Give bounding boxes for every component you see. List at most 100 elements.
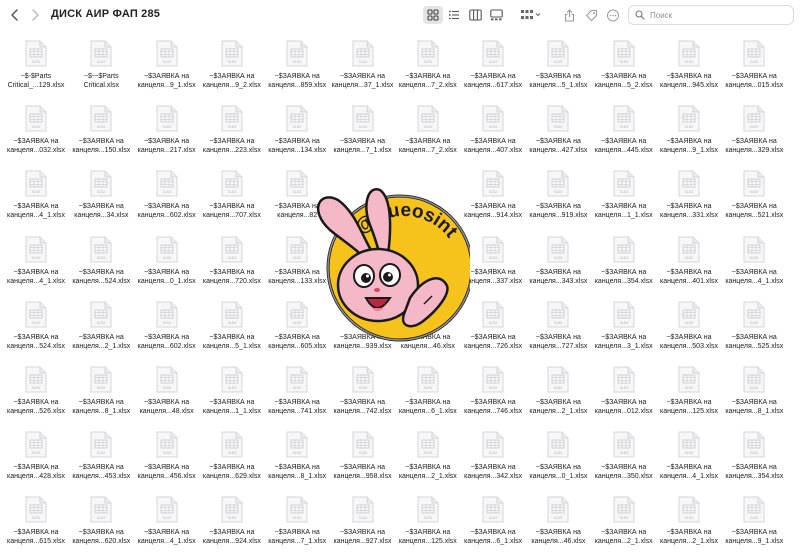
file-item[interactable]: XLSX ~$ЗАЯВКА на канцеля...48.xlsx xyxy=(134,362,200,422)
file-item[interactable]: XLSX ~$ЗАЯВКА на канцеля...524.xlsx xyxy=(68,232,134,292)
file-item[interactable]: XLSX ~$ЗАЯВКА на канцеля...2_1.xlsx xyxy=(68,297,134,357)
file-item[interactable]: XLSX ~$ЗАЯВКА на канцеля...032.xlsx xyxy=(3,101,69,161)
file-item[interactable]: XLSX ~$ЗАЯВКА на канцеля...012.xlsx xyxy=(591,362,657,422)
file-item[interactable]: XLSX ~$ЗАЯВКА на канцеля...746.xlsx xyxy=(460,362,526,422)
file-item[interactable]: XLSX ~$ЗАЯВКА на канцеля...7_2.xlsx xyxy=(395,101,461,161)
file-item[interactable]: XLSX ~$ЗАЯВКА на канцеля...602.xlsx xyxy=(134,166,200,226)
file-item[interactable]: XLSX ~$ЗАЯВКА на канцеля...5_1.xlsx xyxy=(199,297,265,357)
file-item[interactable]: XLSX ~$ЗАЯВКА на канцеля...331.xlsx xyxy=(656,166,722,226)
file-item[interactable]: XLSX ~$ЗАЯВКА на канцеля...9_1.xlsx xyxy=(134,36,200,96)
file-item[interactable]: XLSX ~$ЗАЯВКА на канцеля...343.xlsx xyxy=(525,232,591,292)
file-item[interactable]: XLSX ~$ЗАЯВКА на канцеля...503.xlsx xyxy=(656,297,722,357)
file-item[interactable]: XLSX ~$ЗАЯВКА на канцеля...620.xlsx xyxy=(68,492,134,552)
xlsx-label: XLSX xyxy=(423,386,432,390)
file-item[interactable]: XLSX ~$ЗАЯВКА на канцеля...407.xlsx xyxy=(460,101,526,161)
file-item[interactable]: XLSX ~$ЗАЯВКА на канцеля...427.xlsx xyxy=(525,101,591,161)
file-item[interactable]: XLSX ~$ЗАЯВКА на канцеля...927.xlsx xyxy=(330,492,396,552)
file-item[interactable]: XLSX ~$ЗАЯВКА на канцеля...4_1.xlsx xyxy=(721,232,787,292)
file-item[interactable]: XLSX ~$ЗАЯВКА на канцеля...150.xlsx xyxy=(68,101,134,161)
file-item[interactable]: XLSX ~$ЗАЯВКА на канцеля...7_1.xlsx xyxy=(330,101,396,161)
file-item[interactable]: XLSX ~$ЗАЯВКА на канцеля...9_1.xlsx xyxy=(656,101,722,161)
file-item[interactable]: XLSX ~$ЗАЯВКА на канцеля...2_1.xlsx xyxy=(656,492,722,552)
file-item[interactable]: XLSX ~$ЗАЯВКА на канцеля...7_2.xlsx xyxy=(395,36,461,96)
file-item[interactable]: XLSX ~$ЗАЯВКА на канцеля...0_1.xlsx xyxy=(134,232,200,292)
file-item[interactable]: XLSX ~$ЗАЯВКА на канцеля...329.xlsx xyxy=(721,101,787,161)
file-item[interactable]: XLSX ~$ЗАЯВКА на канцеля...4_1.xlsx xyxy=(3,166,69,226)
more-button[interactable] xyxy=(602,6,624,24)
file-item[interactable]: XLSX ~$ЗАЯВКА на канцеля...707.xlsx xyxy=(199,166,265,226)
xlsx-file-icon: XLSX xyxy=(743,366,765,393)
file-item[interactable]: XLSX ~$ЗАЯВКА на канцеля...524.xlsx xyxy=(3,297,69,357)
file-item[interactable]: XLSX ~$-$Parts Critical_...129.xlsx xyxy=(3,36,69,96)
file-item[interactable]: XLSX ~$ЗАЯВКА наканцеля...46.xlsx xyxy=(525,492,591,552)
file-item[interactable]: XLSX ~$ЗАЯВКА на канцеля...453.xlsx xyxy=(68,427,134,487)
file-item[interactable]: XLSX ~$ЗАЯВКА на канцеля...2_1.xlsx xyxy=(395,427,461,487)
file-item[interactable]: XLSX ~$ЗАЯВКА на канцеля...34.xlsx xyxy=(68,166,134,226)
file-item[interactable]: XLSX ~$ЗАЯВКА на канцеля...8_1.xlsx xyxy=(68,362,134,422)
file-item[interactable]: XLSX ~$ЗАЯВКА на канцеля...015.xlsx xyxy=(721,36,787,96)
file-item[interactable]: XLSX ~$ЗАЯВКА на канцеля...629.xlsx xyxy=(199,427,265,487)
search-field[interactable] xyxy=(628,5,794,25)
file-item[interactable]: XLSX ~$ЗАЯВКА на канцеля...354.xlsx xyxy=(591,232,657,292)
file-item[interactable]: XLSX ~$ЗАЯВКА на канцеля...401.xlsx xyxy=(656,232,722,292)
file-item[interactable]: XLSX ~$ЗАЯВКА на канцеля...0_1.xlsx xyxy=(525,427,591,487)
file-item[interactable]: XLSX ~$ЗАЯВКА на канцеля...727.xlsx xyxy=(525,297,591,357)
file-item[interactable]: XLSX ~$ЗАЯВКА на канцеля...217.xlsx xyxy=(134,101,200,161)
file-item[interactable]: XLSX ~$ЗАЯВКА на канцеля...4_1.xlsx xyxy=(134,492,200,552)
file-item[interactable]: XLSX ~$ЗАЯВКА на канцеля...526.xlsx xyxy=(3,362,69,422)
file-item[interactable]: XLSX ~$ЗАЯВКА на канцеля...456.xlsx xyxy=(134,427,200,487)
gallery-view-button[interactable] xyxy=(486,6,506,24)
file-item[interactable]: XLSX ~$ЗАЯВКА на канцеля...521.xlsx xyxy=(721,166,787,226)
file-item[interactable]: XLSX ~$ЗАЯВКА на канцеля...125.xlsx xyxy=(656,362,722,422)
group-by-control[interactable] xyxy=(520,6,542,24)
file-item[interactable]: XLSX ~$ЗАЯВКА на канцеля...2_1.xlsx xyxy=(591,492,657,552)
forward-button[interactable] xyxy=(26,4,44,26)
file-item[interactable]: XLSX ~$ЗАЯВКА на канцеля...428.xlsx xyxy=(3,427,69,487)
file-item[interactable]: XLSX ~$ЗАЯВКА на канцеля...1_1.xlsx xyxy=(199,362,265,422)
file-item[interactable]: XLSX ~$ЗАЯВКА на канцеля...4_1.xlsx xyxy=(656,427,722,487)
file-item[interactable]: XLSX ~$ЗАЯВКА на канцеля...6_1.xlsx xyxy=(395,362,461,422)
file-item[interactable]: XLSX ~$ЗАЯВКА на канцеля...4_1.xlsx xyxy=(3,232,69,292)
file-item[interactable]: XLSX ~$ЗАЯВКА на канцеля...350.xlsx xyxy=(591,427,657,487)
file-item[interactable]: XLSX ~$ЗАЯВКА на канцеля...354.xlsx xyxy=(721,427,787,487)
file-item[interactable]: XLSX ~$ЗАЯВКА на канцеля...342.xlsx xyxy=(460,427,526,487)
file-item[interactable]: XLSX ~$ЗАЯВКА на канцеля...615.xlsx xyxy=(3,492,69,552)
file-item[interactable]: XLSX ~$ЗАЯВКА на канцеля...5_2.xlsx xyxy=(591,36,657,96)
file-item[interactable]: XLSX ~$ЗАЯВКА на канцеля...445.xlsx xyxy=(591,101,657,161)
file-item[interactable]: XLSX ~$ЗАЯВКА на канцеля...125.xlsx xyxy=(395,492,461,552)
back-button[interactable] xyxy=(6,4,24,26)
file-item[interactable]: XLSX ~$ЗАЯВКА на канцеля...1_1.xlsx xyxy=(591,166,657,226)
file-item[interactable]: XLSX ~$ЗАЯВКА на канцеля...958.xlsx xyxy=(330,427,396,487)
share-button[interactable] xyxy=(558,6,580,24)
file-item[interactable]: XLSX ~$ЗАЯВКА на канцеля...9_2.xlsx xyxy=(199,36,265,96)
list-view-button[interactable] xyxy=(444,6,464,24)
file-item[interactable]: XLSX ~$ЗАЯВКА на канцеля...6_1.xlsx xyxy=(460,492,526,552)
file-item[interactable]: XLSX ~$ЗАЯВКА на канцеля...9_1.xlsx xyxy=(721,492,787,552)
file-item[interactable]: XLSX ~$ЗАЯВКА на канцеля...8_1.xlsx xyxy=(264,427,330,487)
file-item[interactable]: XLSX ~$-~$Parts Critical.xlsx xyxy=(68,36,134,96)
file-item[interactable]: XLSX ~$ЗАЯВКА на канцеля...7_1.xlsx xyxy=(264,492,330,552)
window-title: ДИСК АИР ФАП 285 xyxy=(51,8,161,20)
file-item[interactable]: XLSX ~$ЗАЯВКА на канцеля...919.xlsx xyxy=(525,166,591,226)
file-item[interactable]: XLSX ~$ЗАЯВКА на канцеля...223.xlsx xyxy=(199,101,265,161)
file-item[interactable]: XLSX ~$ЗАЯВКА на канцеля...525.xlsx xyxy=(721,297,787,357)
file-item[interactable]: XLSX ~$ЗАЯВКА на канцеля...2_1.xlsx xyxy=(525,362,591,422)
column-view-button[interactable] xyxy=(465,6,485,24)
file-item[interactable]: XLSX ~$ЗАЯВКА на канцеля...602.xlsx xyxy=(134,297,200,357)
file-item[interactable]: XLSX ~$ЗАЯВКА на канцеля...720.xlsx xyxy=(199,232,265,292)
file-item[interactable]: XLSX ~$ЗАЯВКА на канцеля...741.xlsx xyxy=(264,362,330,422)
file-item[interactable]: XLSX ~$ЗАЯВКА на канцеля...945.xlsx xyxy=(656,36,722,96)
file-item[interactable]: XLSX ~$ЗАЯВКА на канцеля...5_1.xlsx xyxy=(525,36,591,96)
file-item[interactable]: XLSX ~$ЗАЯВКА на канцеля...859.xlsx xyxy=(264,36,330,96)
file-item[interactable]: XLSX ~$ЗАЯВКА на канцеля...134.xlsx xyxy=(264,101,330,161)
tag-button[interactable] xyxy=(580,6,602,24)
file-item[interactable]: XLSX ~$ЗАЯВКА на канцеля...617.xlsx xyxy=(460,36,526,96)
grid-view-button[interactable] xyxy=(423,6,443,24)
xlsx-file-icon: XLSX xyxy=(90,105,112,132)
file-item[interactable]: XLSX ~$ЗАЯВКА на канцеля...924.xlsx xyxy=(199,492,265,552)
file-item[interactable]: XLSX ~$ЗАЯВКА на канцеля...8_1.xlsx xyxy=(721,362,787,422)
file-item[interactable]: XLSX ~$ЗАЯВКА на канцеля...37_1.xlsx xyxy=(330,36,396,96)
file-item[interactable]: XLSX ~$ЗАЯВКА на канцеля...742.xlsx xyxy=(330,362,396,422)
search-input[interactable] xyxy=(650,10,780,20)
file-item[interactable]: XLSX ~$ЗАЯВКА на канцеля...3_1.xlsx xyxy=(591,297,657,357)
